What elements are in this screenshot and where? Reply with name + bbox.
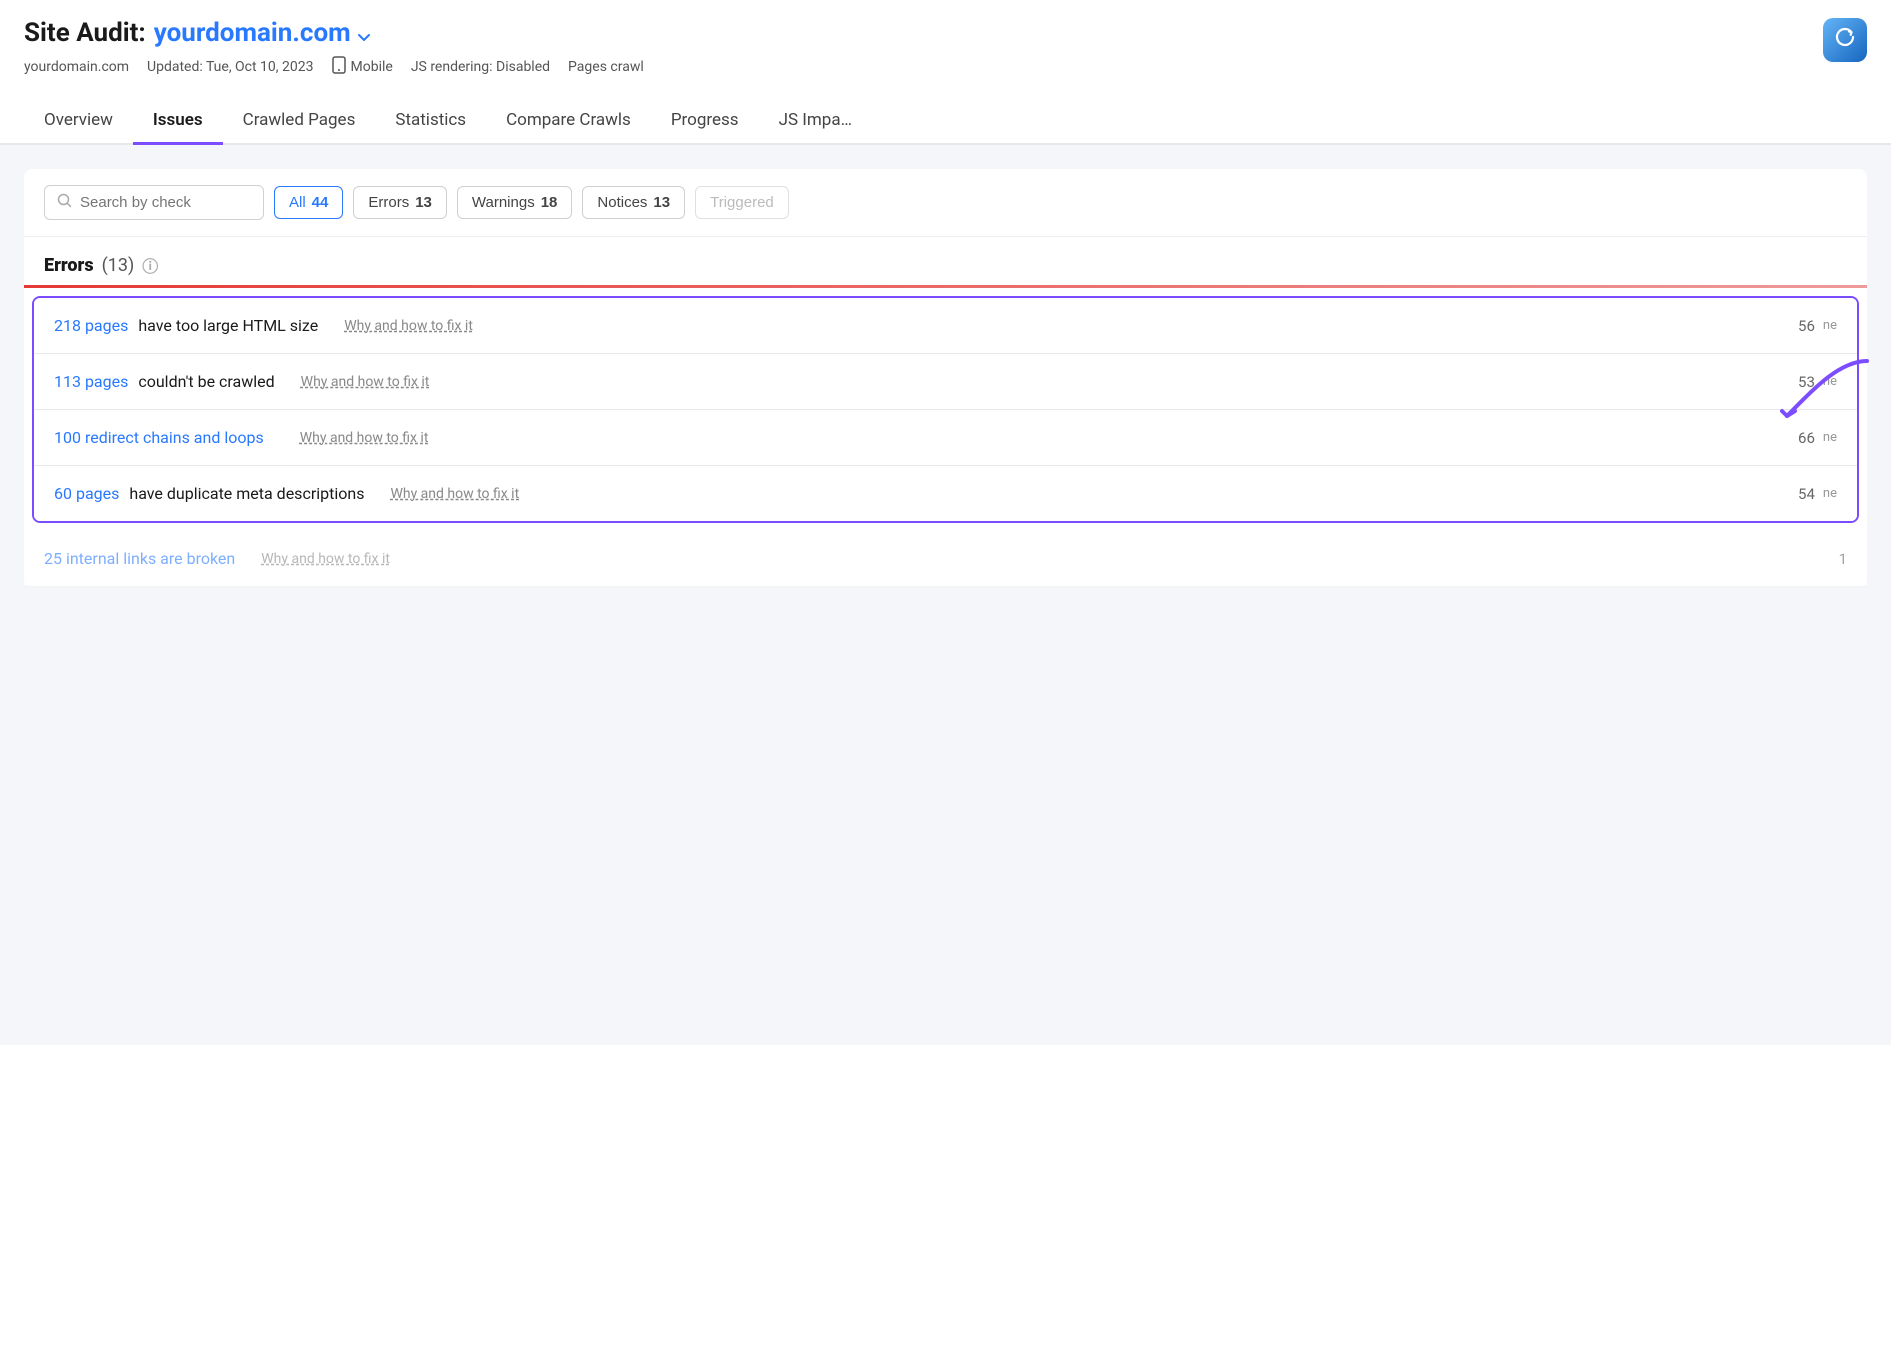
section-count: (13) xyxy=(102,255,135,276)
tab-statistics[interactable]: Statistics xyxy=(375,98,486,145)
filter-all-label: All xyxy=(289,194,306,211)
issue-number: 56 xyxy=(1798,317,1815,335)
search-box[interactable] xyxy=(44,185,264,220)
chevron-down-icon xyxy=(355,24,373,42)
filter-triggered-label: Triggered xyxy=(710,194,774,211)
section-header: Errors (13) ⓘ xyxy=(24,237,1867,285)
refresh-icon xyxy=(1834,26,1856,54)
tab-js-impact[interactable]: JS Impa… xyxy=(759,98,859,145)
mobile-icon xyxy=(332,56,346,78)
issue-right: 1 xyxy=(1767,550,1847,568)
issue-left: 60 pages have duplicate meta description… xyxy=(54,484,1757,503)
tab-issues[interactable]: Issues xyxy=(133,98,223,145)
meta-device-label: Mobile xyxy=(351,59,393,75)
header: Site Audit: yourdomain.com yourdomain.co… xyxy=(0,0,1891,88)
filter-errors-label: Errors xyxy=(368,194,409,211)
nav-tabs: Overview Issues Crawled Pages Statistics… xyxy=(0,98,1891,145)
issue-pages-link[interactable]: 60 pages xyxy=(54,484,119,503)
filter-errors-count: 13 xyxy=(415,194,432,211)
issue-suffix: ne xyxy=(1823,486,1837,501)
issue-pages-link[interactable]: 218 pages xyxy=(54,316,128,335)
issue-number: 1 xyxy=(1839,550,1847,568)
issue-row[interactable]: 60 pages have duplicate meta description… xyxy=(34,466,1857,521)
filter-bar: All 44 Errors 13 Warnings 18 Notices 13 … xyxy=(24,169,1867,237)
error-red-bar xyxy=(24,285,1867,288)
issue-text: couldn't be crawled xyxy=(138,372,274,391)
filter-notices-button[interactable]: Notices 13 xyxy=(582,186,685,219)
issue-pages-link[interactable]: 100 redirect chains and loops xyxy=(54,428,264,447)
domain-text: yourdomain.com xyxy=(154,18,351,48)
section-title-text: Errors xyxy=(44,255,94,276)
issue-row-last[interactable]: 25 internal links are broken Why and how… xyxy=(24,531,1867,587)
issues-list: 218 pages have too large HTML size Why a… xyxy=(24,296,1867,587)
issue-suffix: ne xyxy=(1823,374,1837,389)
search-icon xyxy=(57,193,72,212)
site-audit-label: Site Audit: xyxy=(24,18,146,48)
issue-number: 66 xyxy=(1798,429,1815,447)
issue-text: have too large HTML size xyxy=(138,316,318,335)
issue-why-link[interactable]: Why and how to fix it xyxy=(261,551,390,567)
issue-why-link[interactable]: Why and how to fix it xyxy=(344,318,473,334)
issue-why-link[interactable]: Why and how to fix it xyxy=(390,486,519,502)
issue-why-link[interactable]: Why and how to fix it xyxy=(301,374,430,390)
info-icon[interactable]: ⓘ xyxy=(142,253,158,277)
issue-right: 66 ne xyxy=(1757,429,1837,447)
issue-number: 53 xyxy=(1798,373,1815,391)
issue-left: 25 internal links are broken Why and how… xyxy=(44,549,1767,568)
issue-right: 56 ne xyxy=(1757,317,1837,335)
highlighted-issues-group: 218 pages have too large HTML size Why a… xyxy=(32,296,1859,523)
filter-warnings-label: Warnings xyxy=(472,194,535,211)
section-title: Errors (13) ⓘ xyxy=(44,253,1847,277)
content-area: All 44 Errors 13 Warnings 18 Notices 13 … xyxy=(0,145,1891,1045)
issue-pages-link[interactable]: 113 pages xyxy=(54,372,128,391)
highlighted-group-wrapper: 218 pages have too large HTML size Why a… xyxy=(24,296,1867,523)
domain-link[interactable]: yourdomain.com xyxy=(154,18,373,48)
meta-pages: Pages crawl xyxy=(568,59,644,75)
filter-all-button[interactable]: All 44 xyxy=(274,186,343,219)
issue-suffix: ne xyxy=(1823,430,1837,445)
filter-notices-label: Notices xyxy=(597,194,647,211)
site-audit-title: Site Audit: yourdomain.com xyxy=(24,18,644,48)
meta-domain: yourdomain.com xyxy=(24,59,129,75)
header-left: Site Audit: yourdomain.com yourdomain.co… xyxy=(24,18,644,78)
meta-js: JS rendering: Disabled xyxy=(411,59,550,75)
filter-warnings-count: 18 xyxy=(541,194,558,211)
meta-device: Mobile xyxy=(332,56,393,78)
issue-left: 113 pages couldn't be crawled Why and ho… xyxy=(54,372,1757,391)
issue-right: 54 ne xyxy=(1757,485,1837,503)
section-container: Errors (13) ⓘ 218 pages have too large H… xyxy=(24,237,1867,587)
issue-number: 54 xyxy=(1798,485,1815,503)
tab-overview[interactable]: Overview xyxy=(24,98,133,145)
tab-compare-crawls[interactable]: Compare Crawls xyxy=(486,98,651,145)
issue-row[interactable]: 113 pages couldn't be crawled Why and ho… xyxy=(34,354,1857,410)
issue-row[interactable]: 100 redirect chains and loops Why and ho… xyxy=(34,410,1857,466)
issue-right: 53 ne xyxy=(1757,373,1837,391)
issue-row[interactable]: 218 pages have too large HTML size Why a… xyxy=(34,298,1857,354)
tab-js-impact-label: JS Impa… xyxy=(779,110,852,130)
refresh-button[interactable] xyxy=(1823,18,1867,62)
issue-suffix: ne xyxy=(1823,318,1837,333)
filter-triggered-button[interactable]: Triggered xyxy=(695,186,789,219)
issue-pages-link[interactable]: 25 internal links are broken xyxy=(44,549,235,568)
filter-errors-button[interactable]: Errors 13 xyxy=(353,186,447,219)
header-meta: yourdomain.com Updated: Tue, Oct 10, 202… xyxy=(24,56,644,78)
search-input[interactable] xyxy=(80,194,240,211)
filter-warnings-button[interactable]: Warnings 18 xyxy=(457,186,573,219)
issue-text: have duplicate meta descriptions xyxy=(129,484,364,503)
filter-all-count: 44 xyxy=(312,194,329,211)
issue-left: 218 pages have too large HTML size Why a… xyxy=(54,316,1757,335)
issue-left: 100 redirect chains and loops Why and ho… xyxy=(54,428,1757,447)
issue-why-link[interactable]: Why and how to fix it xyxy=(300,430,429,446)
tab-crawled-pages[interactable]: Crawled Pages xyxy=(223,98,376,145)
tab-progress[interactable]: Progress xyxy=(651,98,759,145)
meta-updated: Updated: Tue, Oct 10, 2023 xyxy=(147,59,313,75)
filter-notices-count: 13 xyxy=(653,194,670,211)
